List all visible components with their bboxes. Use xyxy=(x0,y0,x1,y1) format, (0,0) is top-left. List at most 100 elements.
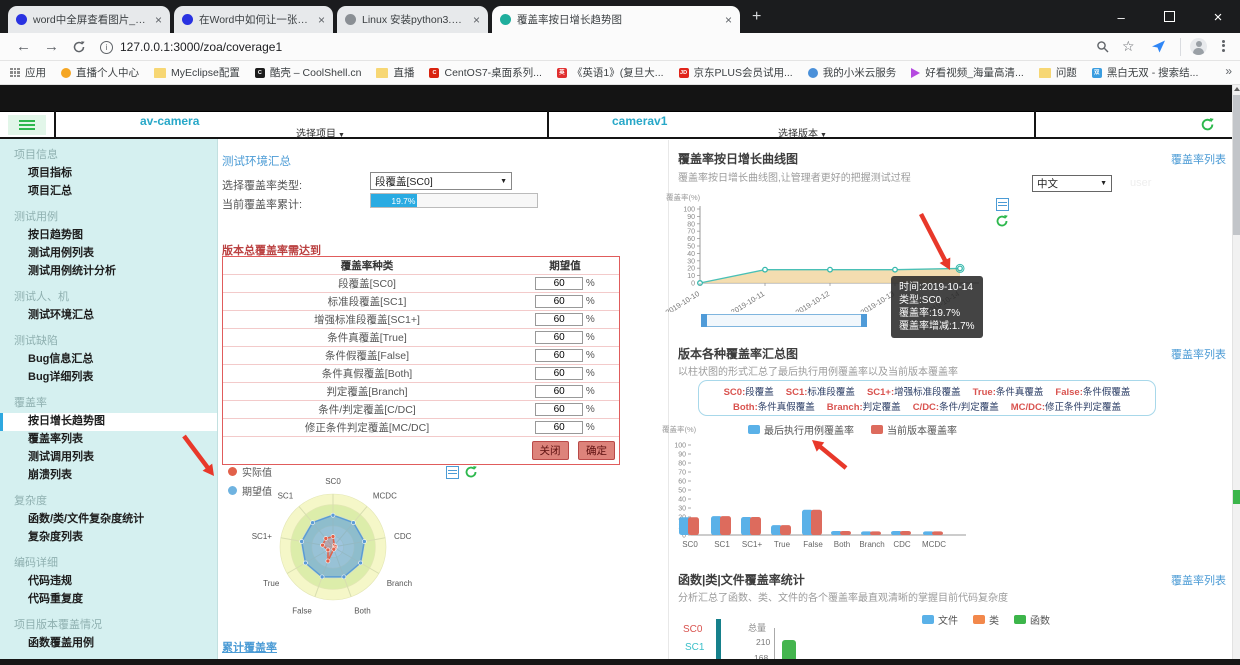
bookmark-star-icon[interactable]: ☆ xyxy=(1122,38,1135,55)
mini-row-label[interactable]: SC1 xyxy=(685,642,704,653)
cumulative-coverage-link[interactable]: 累计覆盖率 xyxy=(222,639,277,655)
sidebar-item[interactable]: 函数/类/文件复杂度统计 xyxy=(0,511,217,529)
expected-value-input[interactable] xyxy=(535,421,584,434)
sidebar-item[interactable]: 代码重复度 xyxy=(0,591,217,609)
bookmark-item[interactable]: C 酷壳 – CoolShell.cn xyxy=(254,65,361,80)
tab-close-icon[interactable]: × xyxy=(318,14,325,26)
sidebar-item[interactable]: 测试用例统计分析 xyxy=(0,263,217,281)
mini-row-label[interactable]: SC0 xyxy=(683,624,702,635)
minimize-button[interactable]: – xyxy=(1099,1,1143,34)
bookmark-item[interactable]: 直播个人中心 xyxy=(61,65,139,80)
username[interactable]: user xyxy=(1130,177,1151,189)
new-tab-button[interactable]: + xyxy=(752,8,761,26)
sidebar-item[interactable]: 项目指标 xyxy=(0,165,217,183)
coverage-list-link[interactable]: 覆盖率列表 xyxy=(1171,572,1226,588)
coverage-list-link[interactable]: 覆盖率列表 xyxy=(1171,151,1226,167)
address-bar[interactable]: 127.0.0.1:3000/zoa/coverage1 xyxy=(120,40,282,54)
version-selector[interactable]: 选择版本 ▼ xyxy=(778,125,827,140)
slider-handle-right[interactable] xyxy=(861,314,867,327)
data-view-icon[interactable] xyxy=(996,198,1009,211)
confirm-button[interactable]: 确定 xyxy=(578,441,615,460)
tab-close-icon[interactable]: × xyxy=(155,14,162,26)
bookmark-item[interactable]: JD 京东PLUS会员试用... xyxy=(678,65,793,80)
sidebar-item[interactable]: 按日趋势图 xyxy=(0,227,217,245)
project-selector[interactable]: 选择项目 ▼ xyxy=(296,125,345,140)
scroll-up-icon[interactable] xyxy=(1234,87,1240,91)
sidebar-item[interactable]: 项目汇总 xyxy=(0,183,217,201)
expected-value-input[interactable] xyxy=(535,313,584,326)
back-icon[interactable]: ← xyxy=(16,39,31,54)
sidebar-item[interactable]: 覆盖率列表 xyxy=(0,431,217,449)
slider-handle-left[interactable] xyxy=(701,314,707,327)
close-button[interactable]: 关闭 xyxy=(531,441,569,460)
bookmark-item[interactable]: 双黑白无双 - 搜索结... xyxy=(1091,65,1198,80)
refresh-icon[interactable] xyxy=(1200,117,1215,132)
refresh-icon[interactable] xyxy=(995,214,1009,228)
browser-tab[interactable]: 覆盖率按日增长趋势图 × xyxy=(492,6,740,33)
expected-value-input[interactable] xyxy=(535,349,584,362)
browser-menu-icon[interactable] xyxy=(1222,38,1225,53)
expected-value-input[interactable] xyxy=(535,367,584,380)
bookmark-item[interactable]: 英《英语1》(复旦大... xyxy=(556,65,664,80)
sidebar-item[interactable]: Bug信息汇总 xyxy=(0,351,217,369)
sidebar-item[interactable]: 按日增长趋势图 xyxy=(0,413,217,431)
reload-icon[interactable] xyxy=(72,40,86,54)
tab-close-icon[interactable]: × xyxy=(473,14,480,26)
expected-value-input[interactable] xyxy=(535,331,584,344)
sidebar-item[interactable]: 测试调用列表 xyxy=(0,449,217,467)
section-title-version-summary: 版本各种覆盖率汇总图 xyxy=(678,347,799,361)
bookmark-item[interactable]: 直播 xyxy=(376,65,414,80)
bookmark-item[interactable]: C CentOS7-桌面系列... xyxy=(429,65,542,80)
close-button[interactable]: × xyxy=(1196,1,1240,34)
sidebar-item[interactable]: 代码违规 xyxy=(0,573,217,591)
language-select[interactable]: 中文 ▼ xyxy=(1032,175,1112,192)
datazoom-slider[interactable] xyxy=(701,314,867,327)
extension-icon[interactable] xyxy=(1152,40,1166,54)
menu-toggle-icon[interactable] xyxy=(8,115,46,135)
page-info-icon[interactable]: i xyxy=(100,41,113,54)
refresh-icon[interactable] xyxy=(464,465,478,479)
browser-tab[interactable]: word中全屏查看图片_百度搜索 × xyxy=(8,6,170,33)
expected-value-input[interactable] xyxy=(535,295,584,308)
sidebar-item[interactable]: 函数覆盖用例 xyxy=(0,635,217,653)
sidebar-item[interactable]: 测试用例列表 xyxy=(0,245,217,263)
zoom-search-icon[interactable] xyxy=(1096,40,1110,54)
sidebar-item[interactable]: 崩溃列表 xyxy=(0,467,217,485)
project-name-link[interactable]: av-camera xyxy=(140,114,199,128)
profile-avatar[interactable] xyxy=(1190,38,1207,55)
legend-item[interactable]: 函数 xyxy=(1014,612,1050,627)
legend-item[interactable]: 文件 xyxy=(922,612,958,627)
sidebar-item[interactable]: Bug详细列表 xyxy=(0,369,217,387)
bookmark-item[interactable]: 好看视频_海量高清... xyxy=(911,65,1024,80)
legend-item[interactable]: 当前版本覆盖率 xyxy=(871,422,957,437)
data-view-icon[interactable] xyxy=(446,466,459,479)
logout-link[interactable]: 注销 xyxy=(1184,177,1206,193)
bookmark-item[interactable]: MyEclipse配置 xyxy=(154,65,240,80)
expected-value-input[interactable] xyxy=(535,385,584,398)
expected-value-input[interactable] xyxy=(535,277,584,290)
legend-item[interactable]: 类 xyxy=(973,612,999,627)
expected-value-input[interactable] xyxy=(535,403,584,416)
version-name-link[interactable]: camerav1 xyxy=(612,114,667,128)
coverage-type-select[interactable]: 段覆盖[SC0] ▼ xyxy=(370,172,512,190)
legend-item[interactable]: 最后执行用例覆盖率 xyxy=(748,422,854,437)
bookmarks-overflow-icon[interactable]: » xyxy=(1225,64,1232,78)
maximize-button[interactable] xyxy=(1148,0,1192,33)
browser-tab[interactable]: 在Word中如何让一张图片全屏显 × xyxy=(174,6,333,33)
forward-icon[interactable]: → xyxy=(44,39,59,54)
bookmark-item[interactable]: 我的小米云服务 xyxy=(807,65,896,80)
window-controls: – × xyxy=(1099,0,1240,34)
browser-tab[interactable]: Linux 安装python3.7.0 - nonze × xyxy=(337,6,488,33)
tab-title: word中全屏查看图片_百度搜索 xyxy=(33,14,149,26)
page-scrollbar[interactable] xyxy=(1232,85,1240,665)
tab-close-icon[interactable]: × xyxy=(725,14,732,26)
env-summary-link[interactable]: 测试环境汇总 xyxy=(222,153,291,169)
bookmark-item[interactable]: 应用 xyxy=(10,65,46,80)
scrollbar-thumb[interactable] xyxy=(1233,95,1240,235)
bookmark-label: 应用 xyxy=(25,67,46,79)
svg-text:2019-10-11: 2019-10-11 xyxy=(729,289,766,312)
sidebar-item[interactable]: 测试环境汇总 xyxy=(0,307,217,325)
bookmark-item[interactable]: 问题 xyxy=(1038,65,1077,80)
sidebar-item[interactable]: 复杂度列表 xyxy=(0,529,217,547)
coverage-list-link[interactable]: 覆盖率列表 xyxy=(1171,346,1226,362)
